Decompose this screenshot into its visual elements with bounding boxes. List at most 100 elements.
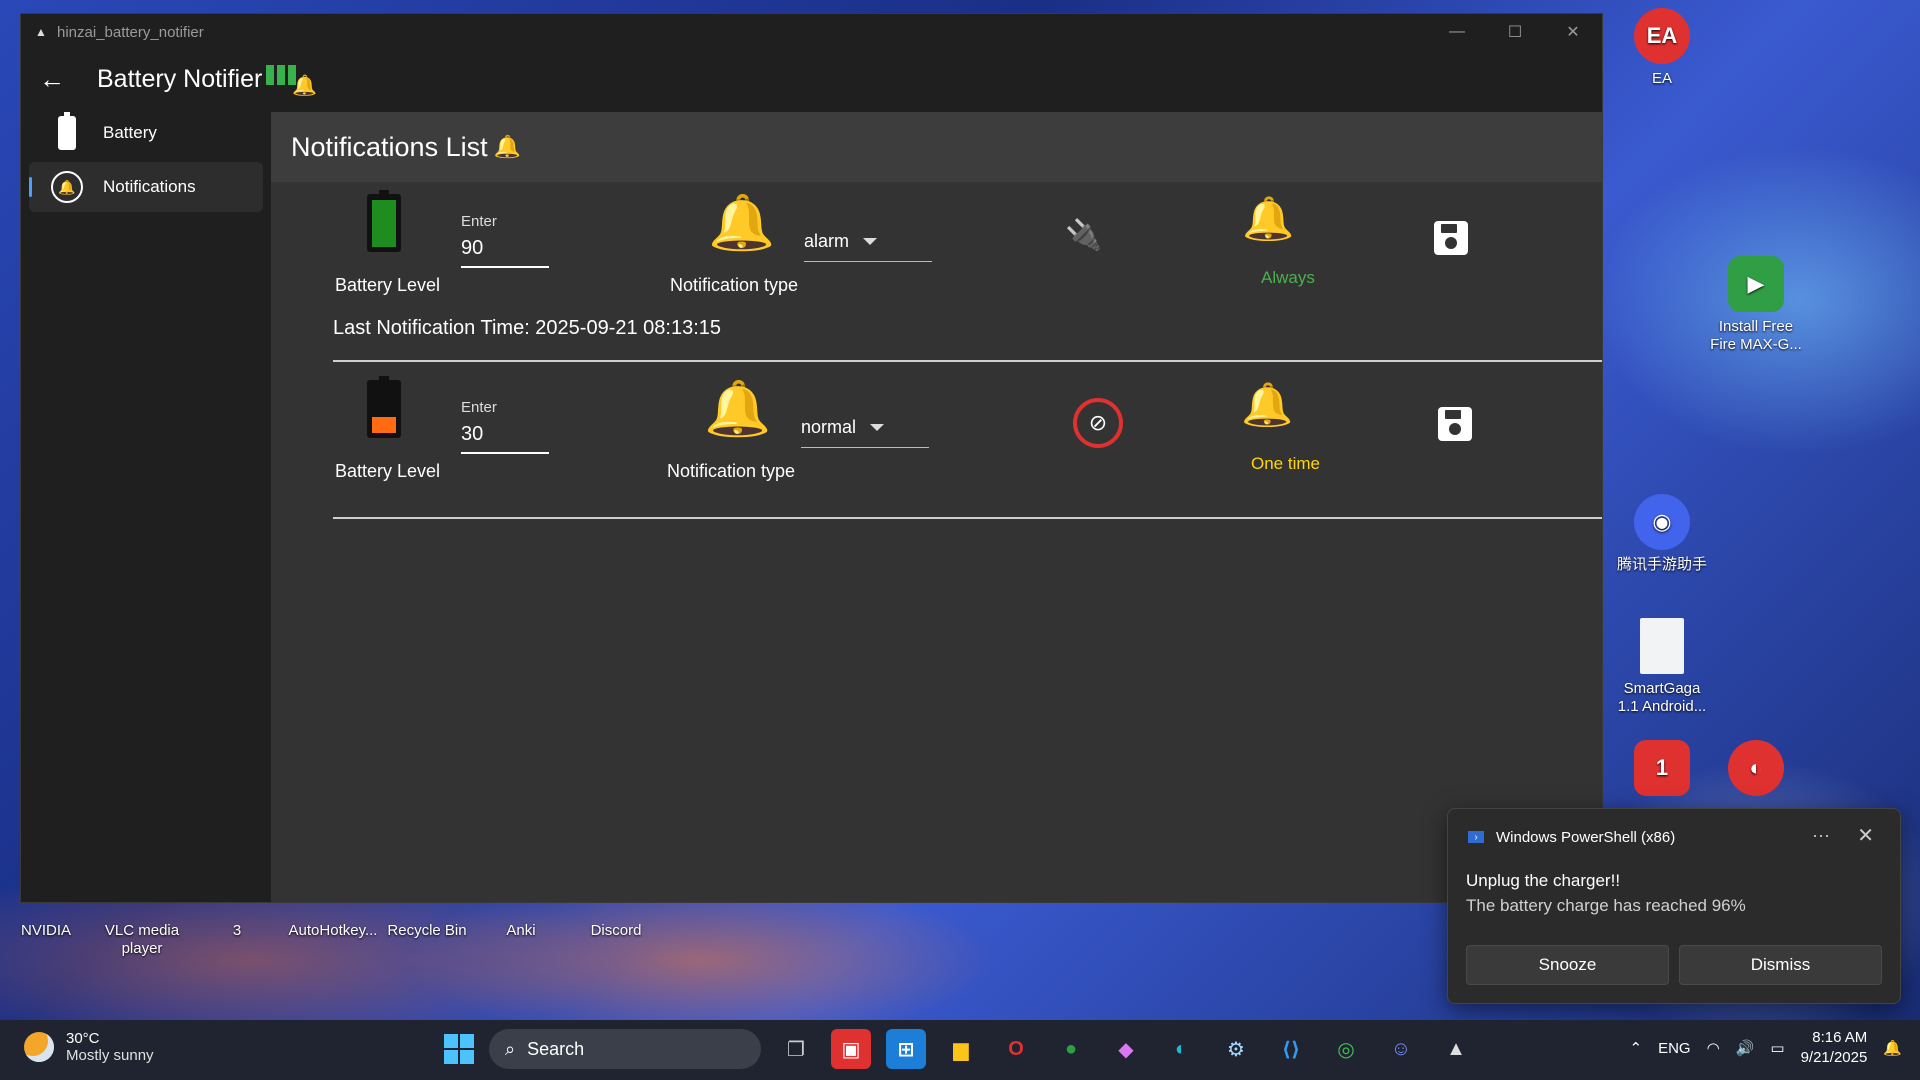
- opera-icon[interactable]: O: [996, 1029, 1036, 1069]
- save-icon[interactable]: [1434, 221, 1468, 255]
- page-title: Notifications List: [291, 131, 488, 162]
- repeat-label: Always: [1261, 268, 1315, 287]
- desktop-icon-edge-app[interactable]: ◐: [1706, 740, 1806, 802]
- copilot-icon[interactable]: ◆: [1106, 1029, 1146, 1069]
- desktop-icon-anki[interactable]: Anki: [471, 922, 571, 940]
- notification-center-icon[interactable]: 🔔: [1883, 1039, 1902, 1057]
- chrome-icon[interactable]: ◎: [1326, 1029, 1366, 1069]
- repeat-bell-icon[interactable]: 🔔: [1242, 198, 1294, 240]
- desktop-icon-label: Discord: [590, 922, 642, 939]
- battery-threshold-input[interactable]: 30: [461, 423, 549, 454]
- toast-notification[interactable]: › Windows PowerShell (x86) ··· ✕ Unplug …: [1447, 808, 1901, 1004]
- bell-icon: 🔔: [704, 379, 772, 439]
- repeat-bell-icon[interactable]: 🔔: [1241, 384, 1293, 426]
- desktop-icon-free-fire[interactable]: ▶ Install Free Fire MAX-G...: [1706, 256, 1806, 354]
- notification-row: Battery Level Enter 90 🔔 Notification ty…: [271, 182, 1602, 342]
- notification-row: Battery Level Enter 30 🔔 Notification ty…: [271, 368, 1602, 528]
- weather-desc: Mostly sunny: [66, 1047, 154, 1064]
- taskbar-search[interactable]: ⌕ Search: [489, 1029, 761, 1069]
- sidebar-item-battery[interactable]: Battery: [29, 108, 263, 158]
- wifi-icon[interactable]: ◠: [1707, 1039, 1720, 1057]
- weather-sun-icon: [24, 1032, 54, 1062]
- notification-type-select[interactable]: normal: [801, 417, 929, 448]
- sidebar-item-notifications[interactable]: 🔔 Notifications: [29, 162, 263, 212]
- app-window-icon: ▲: [35, 25, 47, 39]
- charger-plug-icon[interactable]: 🔌: [1065, 218, 1102, 253]
- sidebar-item-label: Notifications: [103, 177, 196, 196]
- app-bar: ← Battery Notifier 🔔: [21, 50, 1602, 108]
- battery-level-icon: [367, 376, 401, 438]
- window-controls: — ☐ ✕: [1428, 14, 1602, 50]
- desktop-icon-discord[interactable]: Discord: [566, 922, 666, 940]
- store-icon[interactable]: ⊞: [886, 1029, 926, 1069]
- input-label: Enter: [461, 213, 497, 230]
- desktop-icon-smartgaga[interactable]: SmartGaga 1.1 Android...: [1612, 618, 1712, 716]
- maximize-button[interactable]: ☐: [1486, 14, 1544, 50]
- battery-threshold-input[interactable]: 90: [461, 237, 549, 268]
- snooze-button[interactable]: Snooze: [1466, 945, 1669, 985]
- gift-app-icon[interactable]: ▣: [831, 1029, 871, 1069]
- notification-type-value: alarm: [804, 231, 850, 251]
- desktop-icon-label: NVIDIA: [20, 922, 71, 939]
- task-view-icon[interactable]: ❐: [776, 1029, 816, 1069]
- vscode-icon[interactable]: ⟨⟩: [1271, 1029, 1311, 1069]
- toast-header: › Windows PowerShell (x86): [1448, 809, 1900, 865]
- start-button[interactable]: [444, 1034, 474, 1064]
- window-titlebar[interactable]: ▲ hinzai_battery_notifier — ☐ ✕: [21, 14, 1602, 50]
- desktop-icon-vlc[interactable]: VLC media player: [92, 922, 192, 958]
- toast-actions: Snooze Dismiss: [1466, 945, 1882, 985]
- tencent-icon: ◉: [1634, 494, 1690, 550]
- input-label: Enter: [461, 399, 497, 416]
- language-indicator[interactable]: ENG: [1658, 1040, 1691, 1057]
- battery-tray-icon[interactable]: ▭: [1770, 1039, 1784, 1057]
- weather-widget[interactable]: 30°C Mostly sunny: [24, 1030, 154, 1064]
- save-icon[interactable]: [1438, 407, 1472, 441]
- desktop-icon-ea[interactable]: EA EA: [1612, 8, 1712, 88]
- desktop-icon-recycle-bin[interactable]: Recycle Bin: [377, 922, 477, 940]
- sidebar-item-label: Battery: [103, 123, 157, 142]
- back-arrow-icon[interactable]: ←: [39, 64, 85, 95]
- chevron-down-icon: [863, 238, 878, 245]
- clock-time: 8:16 AM: [1812, 1029, 1868, 1046]
- battery-bell-logo-icon: 🔔: [266, 65, 317, 97]
- edge-icon[interactable]: ◐: [1161, 1029, 1201, 1069]
- desktop-icon-red-app[interactable]: 1: [1612, 740, 1712, 802]
- more-options-icon[interactable]: ···: [1812, 825, 1830, 846]
- play-store-icon: ▶: [1728, 256, 1784, 312]
- unplugged-icon[interactable]: ⊘: [1073, 398, 1123, 448]
- taskbar-apps: ⌕ Search ❐ ▣ ⊞ ▆ O ● ◆ ◐ ⚙ ⟨⟩ ◎ ☺ ▲: [444, 1029, 1476, 1069]
- app-icon: ◐: [1728, 740, 1784, 796]
- battery-level-label: Battery Level: [335, 461, 441, 481]
- dismiss-button[interactable]: Dismiss: [1679, 945, 1882, 985]
- desktop-icon-label: Install Free Fire MAX-G...: [1710, 318, 1802, 353]
- desktop-icon-label: AutoHotkey...: [288, 922, 378, 939]
- steam-icon[interactable]: ⚙: [1216, 1029, 1256, 1069]
- powershell-icon: ›: [1468, 831, 1484, 843]
- battery-level-icon: [367, 190, 401, 252]
- clock[interactable]: 8:16 AM 9/21/2025: [1801, 1028, 1868, 1069]
- desktop-icon-label: Recycle Bin: [387, 922, 467, 939]
- battery-fill: [372, 417, 396, 433]
- desktop-icon-label: 腾讯手游助手: [1616, 556, 1707, 573]
- battery-notifier-taskbar-icon[interactable]: ▲: [1436, 1029, 1476, 1069]
- toast-body: The battery charge has reached 96%: [1466, 896, 1746, 915]
- app-icon: 1: [1634, 740, 1690, 796]
- notification-type-select[interactable]: alarm: [804, 231, 932, 262]
- bell-icon: 🔔: [708, 193, 776, 253]
- desktop-icon-nvidia[interactable]: NVIDIA: [0, 922, 96, 940]
- volume-icon[interactable]: 🔊: [1736, 1039, 1755, 1057]
- file-explorer-icon[interactable]: ▆: [941, 1029, 981, 1069]
- evernote-icon[interactable]: ●: [1051, 1029, 1091, 1069]
- bell-alert-icon: 🔔: [493, 134, 521, 159]
- desktop-icon-autohotkey[interactable]: AutoHotkey...: [283, 922, 383, 940]
- discord-icon[interactable]: ☺: [1381, 1029, 1421, 1069]
- toast-close-icon[interactable]: ✕: [1857, 823, 1874, 848]
- close-button[interactable]: ✕: [1544, 14, 1602, 50]
- chevron-up-icon[interactable]: ⌃: [1630, 1039, 1643, 1057]
- desktop-icon-3[interactable]: 3: [187, 922, 287, 940]
- desktop-icon-tencent[interactable]: ◉ 腾讯手游助手: [1612, 494, 1712, 574]
- desktop-icon-label: SmartGaga 1.1 Android...: [1617, 680, 1707, 715]
- minimize-button[interactable]: —: [1428, 14, 1486, 50]
- row-divider: [333, 517, 1602, 519]
- ea-icon: EA: [1634, 8, 1690, 64]
